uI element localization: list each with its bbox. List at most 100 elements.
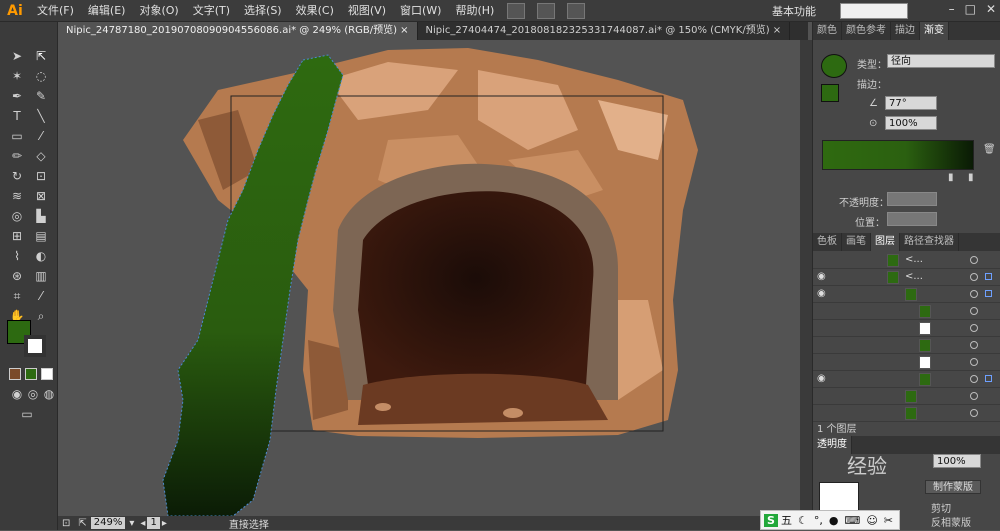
none-mode-icon[interactable] [41, 368, 53, 380]
close-icon[interactable]: × [773, 25, 781, 36]
shape-builder-icon[interactable]: ◎ [8, 208, 26, 224]
target-icon[interactable] [970, 392, 978, 400]
tab-color-guide[interactable]: 颜色参考 [842, 22, 891, 40]
gradient-stop-icon[interactable]: ▮ [968, 172, 974, 183]
target-icon[interactable] [970, 375, 978, 383]
target-icon[interactable] [970, 324, 978, 332]
tab-pathfinder[interactable]: 路径查找器 [900, 233, 959, 251]
gradient-type-select[interactable]: 径向 [887, 54, 995, 68]
magic-wand-icon[interactable]: ✶ [8, 68, 26, 84]
fill-indicator[interactable] [821, 84, 839, 102]
layer-row[interactable] [813, 303, 1000, 320]
color-mode-icon[interactable] [9, 368, 21, 380]
maximize-button[interactable]: □ [965, 2, 976, 16]
tab-document-2[interactable]: Nipic_27404474_20180818232533174408​7.ai… [418, 22, 791, 40]
tab-document-1[interactable]: Nipic_24787180_20190708090904556086.ai* … [58, 22, 418, 40]
eyedropper-icon[interactable]: ⌇ [8, 248, 26, 264]
menu-help[interactable]: 帮助(H) [448, 0, 501, 22]
rotate-icon[interactable]: ↻ [8, 168, 26, 184]
chevron-down-icon[interactable]: ▾ [129, 518, 134, 529]
layer-row[interactable]: ◉ [813, 286, 1000, 303]
layer-row[interactable] [813, 337, 1000, 354]
menu-window[interactable]: 窗口(W) [393, 0, 448, 22]
target-icon[interactable] [970, 256, 978, 264]
paintbrush-icon[interactable]: ⁄ [32, 128, 50, 144]
artboard-nav-icon[interactable]: ⊡ [62, 518, 70, 529]
trash-icon[interactable]: 🗑 [983, 144, 996, 155]
menu-edit[interactable]: 编辑(E) [81, 0, 133, 22]
type-tool-icon[interactable]: T [8, 108, 26, 124]
menu-effect[interactable]: 效果(C) [289, 0, 341, 22]
invert-mask-checkbox[interactable]: 反相蒙版 [931, 514, 971, 529]
screen-mode-icon[interactable]: ▭ [18, 406, 36, 422]
gpu-icon[interactable] [567, 2, 586, 19]
curvature-tool-icon[interactable]: ✎ [32, 88, 50, 104]
stroke-swatch[interactable] [24, 335, 46, 357]
mesh-icon[interactable]: ⊞ [8, 228, 26, 244]
mic-icon[interactable]: ● [829, 514, 839, 527]
opacity-field[interactable] [887, 192, 937, 206]
close-button[interactable]: ✕ [986, 2, 996, 16]
bridge-icon[interactable] [507, 2, 526, 19]
pencil-icon[interactable]: ✏ [8, 148, 26, 164]
zoom-tool-icon[interactable]: ⌕ [32, 308, 50, 324]
menu-view[interactable]: 视图(V) [341, 0, 393, 22]
tab-layers[interactable]: 图层 [871, 233, 900, 251]
sogou-icon[interactable]: S [764, 513, 778, 527]
direct-selection-tool-icon[interactable]: ⇱ [32, 48, 50, 64]
tab-color[interactable]: 颜色 [813, 22, 842, 40]
aspect-ratio-field[interactable]: 100% [885, 116, 937, 130]
lasso-icon[interactable]: ◌ [32, 68, 50, 84]
layer-row[interactable]: ◉ [813, 371, 1000, 388]
artboard-tool-icon[interactable]: ⌗ [8, 288, 26, 304]
target-icon[interactable] [970, 273, 978, 281]
blend-icon[interactable]: ◐ [32, 248, 50, 264]
target-icon[interactable] [970, 358, 978, 366]
punctuation-icon[interactable]: °, [814, 514, 823, 527]
layer-row[interactable] [813, 388, 1000, 405]
selection-indicator[interactable] [985, 375, 992, 382]
workspace-switcher[interactable]: 基本功能 [772, 3, 816, 19]
transparency-opacity-field[interactable]: 100% [933, 454, 981, 468]
target-icon[interactable] [970, 341, 978, 349]
width-tool-icon[interactable]: ≋ [8, 188, 26, 204]
selection-indicator[interactable] [985, 273, 992, 280]
target-icon[interactable] [970, 307, 978, 315]
layer-row[interactable]: <... [813, 252, 1000, 269]
selection-indicator[interactable] [985, 290, 992, 297]
keyboard-icon[interactable]: ⌨ [844, 514, 860, 527]
gradient-tool-icon[interactable]: ▤ [32, 228, 50, 244]
eye-icon[interactable]: ◉ [817, 288, 826, 299]
next-artboard-icon[interactable]: ▸ [162, 518, 167, 529]
eye-icon[interactable]: ◉ [817, 271, 826, 282]
moon-icon[interactable]: ☾ [798, 514, 808, 527]
menu-object[interactable]: 对象(O) [132, 0, 185, 22]
gradient-mode-icon[interactable] [25, 368, 37, 380]
menu-file[interactable]: 文件(F) [30, 0, 81, 22]
prev-artboard-icon[interactable]: ◂ [140, 518, 145, 529]
export-icon[interactable]: ⇱ [78, 518, 86, 529]
menu-type[interactable]: 文字(T) [186, 0, 237, 22]
target-icon[interactable] [970, 290, 978, 298]
selection-tool-icon[interactable]: ➤ [8, 48, 26, 64]
graph-tool-icon[interactable]: ▥ [32, 268, 50, 284]
pen-tool-icon[interactable]: ✒ [8, 88, 26, 104]
clip-checkbox[interactable]: 剪切 [931, 500, 951, 515]
make-mask-button[interactable]: 制作蒙版 [925, 480, 981, 494]
zoom-field[interactable]: 249% [90, 517, 126, 529]
ime-mode[interactable]: 五 [781, 512, 792, 528]
layer-row[interactable] [813, 320, 1000, 337]
rectangle-tool-icon[interactable]: ▭ [8, 128, 26, 144]
menu-select[interactable]: 选择(S) [237, 0, 289, 22]
layer-row[interactable]: ◉ <... [813, 269, 1000, 286]
gradient-swatch[interactable] [821, 54, 847, 78]
minimize-button[interactable]: – [949, 2, 955, 16]
line-tool-icon[interactable]: ╲ [32, 108, 50, 124]
layer-row[interactable] [813, 354, 1000, 371]
tab-brushes[interactable]: 画笔 [842, 233, 871, 251]
gradient-stop-icon[interactable]: ▮ [948, 172, 954, 183]
settings-icon[interactable]: ✂ [884, 514, 893, 527]
tab-stroke[interactable]: 描边 [891, 22, 920, 40]
cave-artwork[interactable] [58, 40, 800, 516]
user-icon[interactable]: ☺ [866, 514, 877, 527]
